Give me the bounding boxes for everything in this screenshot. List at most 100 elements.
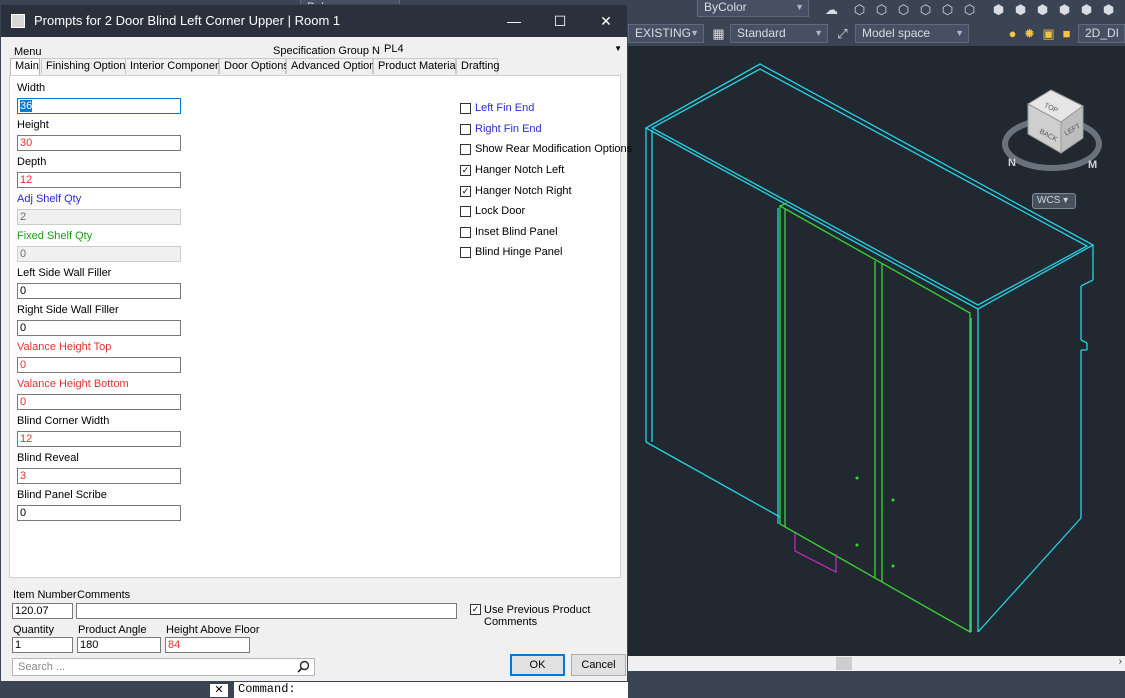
dialog-titlebar[interactable]: Prompts for 2 Door Blind Left Corner Upp… xyxy=(1,5,627,37)
drawing-tab[interactable]: 2D_DI xyxy=(1078,24,1125,43)
text-style-combo[interactable]: Standard ▼ xyxy=(730,24,828,43)
search-input[interactable]: Search ... xyxy=(12,658,315,676)
right-side-wall-filler-label: Right Side Wall Filler xyxy=(17,304,119,316)
horizontal-scrollbar[interactable]: › xyxy=(628,656,1125,671)
tab-interior-components[interactable]: Interior Components xyxy=(125,58,230,74)
left-side-wall-filler-field[interactable]: 0 xyxy=(17,283,181,299)
adj-shelf-qty-field: 2 xyxy=(17,209,181,225)
use-previous-label: Use Previous Product Comments xyxy=(484,604,591,628)
tab-main[interactable]: Main xyxy=(10,58,40,75)
command-close-icon[interactable]: ✕ xyxy=(210,684,228,697)
view-cube-icon[interactable]: ⬡ xyxy=(939,1,956,18)
layer-lock-icon[interactable]: ▣ xyxy=(1040,25,1057,42)
comments-label: Comments xyxy=(77,589,131,601)
layer-sun-icon[interactable]: ✹ xyxy=(1021,25,1038,42)
valance-height-bottom-field[interactable]: 0 xyxy=(17,394,181,410)
blind-panel-scribe-label: Blind Panel Scribe xyxy=(17,489,107,501)
view-cube-icon[interactable]: ⬢ xyxy=(990,1,1007,18)
right-side-wall-filler-field[interactable]: 0 xyxy=(17,320,181,336)
adj-shelf-qty-label: Adj Shelf Qty xyxy=(17,193,82,205)
color-combo[interactable]: ByColor ▼ xyxy=(697,0,809,17)
checkbox-label: Show Rear Modification Options xyxy=(475,143,633,155)
checkbox-box[interactable] xyxy=(460,103,471,114)
spec-group-value: PL4 xyxy=(384,43,404,55)
layer-state-combo[interactable]: EXISTING ▼ xyxy=(628,24,704,43)
quantity-field[interactable]: 1 xyxy=(12,637,73,653)
compass-m-label: M xyxy=(1088,159,1097,171)
view-cube-icon[interactable]: ⬢ xyxy=(1056,1,1073,18)
checkbox-label: Left Fin End xyxy=(475,102,535,114)
checkmark-icon[interactable]: ✓ xyxy=(460,165,471,176)
width-field[interactable]: 36 xyxy=(17,98,181,114)
chevron-down-icon: ▼ xyxy=(814,28,823,38)
cabinet-drawing: TOP BACK LEFT M N xyxy=(644,63,1102,634)
cloud-icon[interactable]: ☁ xyxy=(823,1,840,18)
checkbox-box[interactable] xyxy=(460,227,471,238)
cancel-button[interactable]: Cancel xyxy=(571,654,626,676)
view-cube-icon[interactable]: ⬢ xyxy=(1100,1,1117,18)
use-previous-checkbox[interactable]: ✓ xyxy=(470,604,481,615)
valance-height-top-label: Valance Height Top xyxy=(17,341,112,353)
search-icon[interactable] xyxy=(297,660,310,673)
checkbox-box[interactable] xyxy=(460,124,471,135)
wcs-label: WCS xyxy=(1037,195,1061,206)
chevron-right-icon[interactable]: › xyxy=(1119,656,1122,667)
depth-field[interactable]: 12 xyxy=(17,172,181,188)
left-side-wall-filler-label: Left Side Wall Filler xyxy=(17,267,112,279)
blind-corner-width-field[interactable]: 12 xyxy=(17,431,181,447)
space-combo[interactable]: Model space ▼ xyxy=(855,24,969,43)
wcs-menu[interactable]: WCS ▾ xyxy=(1032,193,1076,209)
scrollbar-thumb[interactable] xyxy=(836,657,852,670)
view-cube-icon[interactable]: ⬢ xyxy=(1078,1,1095,18)
height-above-floor-field[interactable]: 84 xyxy=(165,637,250,653)
product-angle-label: Product Angle xyxy=(78,624,147,636)
view-cube-icon[interactable]: ⬡ xyxy=(917,1,934,18)
command-line-input[interactable]: Command: xyxy=(234,682,628,698)
cabinet-outline xyxy=(644,63,1095,633)
checkbox-label: Inset Blind Panel xyxy=(475,226,558,238)
tab-finishing-options[interactable]: Finishing Options xyxy=(41,58,131,74)
text-style-icon[interactable]: ▦ xyxy=(710,25,727,42)
space-label: Model space xyxy=(862,26,931,40)
ok-button[interactable]: OK xyxy=(510,654,565,676)
model-viewport[interactable]: TOP BACK LEFT M N xyxy=(628,46,1125,656)
spec-group-select[interactable]: PL4 ▼ xyxy=(380,41,626,57)
main-tab-page: Width 36 Height 30 Depth 12 Adj Shelf Qt… xyxy=(9,75,632,578)
chevron-down-icon: ▼ xyxy=(795,2,804,12)
checkbox-box[interactable] xyxy=(460,206,471,217)
item-number-field[interactable]: 120.07 xyxy=(12,603,73,619)
command-line-area xyxy=(628,671,1125,698)
width-value: 36 xyxy=(20,100,33,112)
checkmark-icon[interactable]: ✓ xyxy=(460,186,471,197)
menu[interactable]: Menu xyxy=(14,46,42,58)
comments-field[interactable] xyxy=(76,603,457,619)
view-cube-icon[interactable]: ⬡ xyxy=(873,1,890,18)
maximize-button[interactable]: ☐ xyxy=(545,10,575,32)
tab-door-options[interactable]: Door Options xyxy=(219,58,289,74)
view-cube-icon[interactable]: ⬢ xyxy=(1034,1,1051,18)
view-cube-icon[interactable]: ⬢ xyxy=(1012,1,1029,18)
blind-panel-scribe-field[interactable]: 0 xyxy=(17,505,181,521)
window-icon xyxy=(11,14,25,28)
checkbox-label: Right Fin End xyxy=(475,123,542,135)
close-button[interactable]: ✕ xyxy=(591,10,621,32)
layer-color-icon[interactable]: ■ xyxy=(1058,25,1075,42)
valance-height-top-field[interactable]: 0 xyxy=(17,357,181,373)
tab-product-materials[interactable]: Product Materials xyxy=(373,58,464,74)
view-cube-icon[interactable]: ⬡ xyxy=(895,1,912,18)
checkbox-box[interactable] xyxy=(460,144,471,155)
checkbox-box[interactable] xyxy=(460,247,471,258)
quantity-label: Quantity xyxy=(13,624,54,636)
pick-icon[interactable]: ⤢ xyxy=(834,25,851,42)
layer-light-icon[interactable]: ● xyxy=(1004,25,1021,42)
tab-advanced-options[interactable]: Advanced Options xyxy=(286,58,381,74)
view-cube-icon[interactable]: ⬡ xyxy=(961,1,978,18)
product-angle-field[interactable]: 180 xyxy=(77,637,161,653)
blind-reveal-field[interactable]: 3 xyxy=(17,468,181,484)
height-field[interactable]: 30 xyxy=(17,135,181,151)
view-cube-icon[interactable]: ⬡ xyxy=(851,1,868,18)
tab-drafting[interactable]: Drafting xyxy=(456,58,500,74)
minimize-button[interactable]: — xyxy=(499,10,529,32)
height-label: Height xyxy=(17,119,49,131)
blind-corner-width-label: Blind Corner Width xyxy=(17,415,110,427)
